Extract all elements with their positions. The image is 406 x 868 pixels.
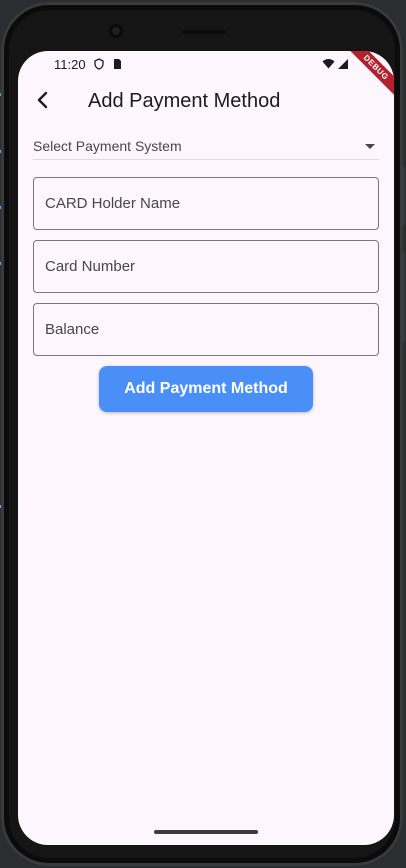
back-arrow-icon — [35, 91, 51, 114]
power-button — [401, 167, 405, 225]
field-label: Card Number — [45, 258, 136, 275]
status-bar: 11:20 DEBUG — [18, 51, 394, 101]
field-label: CARD Holder Name — [45, 195, 181, 212]
speaker-grille — [182, 30, 226, 34]
card-holder-name-field[interactable]: CARD Holder Name — [33, 177, 379, 230]
shield-icon — [93, 57, 105, 70]
app-bar: Add Payment Method — [18, 77, 394, 127]
add-payment-method-button[interactable]: Add Payment Method — [99, 366, 313, 412]
app-screen: 11:20 DEBUG Add Payment Method Select Pa… — [18, 51, 394, 845]
status-time: 11:20 — [54, 57, 86, 72]
signal-icon — [337, 57, 349, 69]
phone-frame: 11:20 DEBUG Add Payment Method Select Pa… — [1, 2, 405, 866]
balance-field[interactable]: Balance — [33, 303, 379, 356]
home-indicator[interactable] — [154, 830, 258, 834]
volume-button — [401, 252, 405, 342]
payment-system-dropdown[interactable]: Select Payment System — [33, 135, 379, 160]
page-title: Add Payment Method — [88, 90, 281, 112]
back-button[interactable] — [28, 87, 58, 117]
camera-icon — [109, 24, 123, 38]
field-label: Balance — [45, 321, 100, 338]
dropdown-arrow-icon — [365, 144, 375, 149]
card-number-field[interactable]: Card Number — [33, 240, 379, 293]
wifi-icon — [322, 57, 335, 69]
sim-card-icon — [111, 57, 123, 69]
dropdown-placeholder: Select Payment System — [33, 138, 182, 154]
